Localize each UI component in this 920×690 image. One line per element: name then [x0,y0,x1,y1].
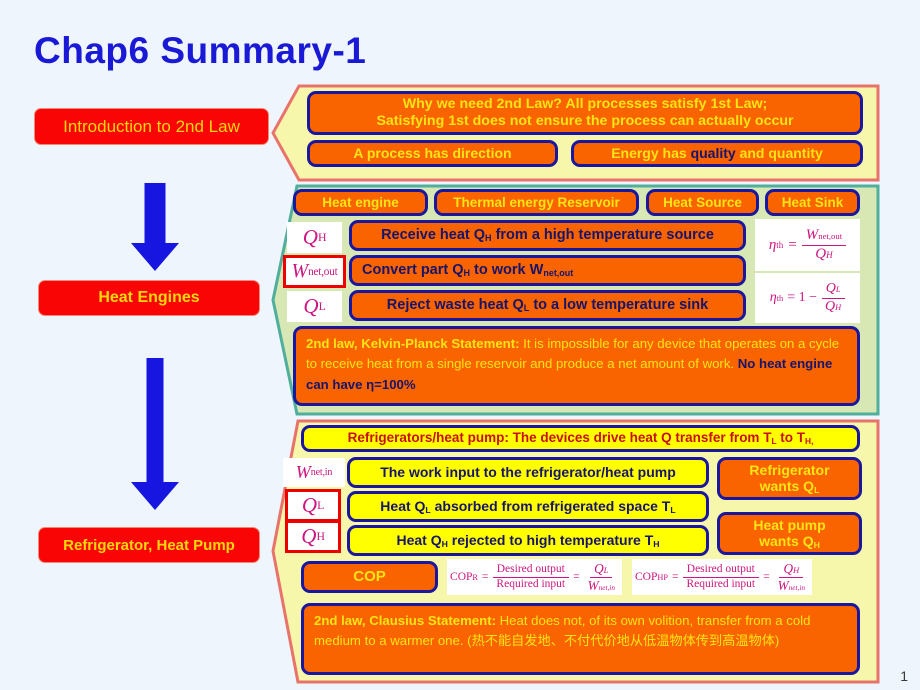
intro-headline-line1: Why we need 2nd Law? All processes satis… [402,96,768,113]
term-thermal-energy-reservoir-label: Thermal energy Reservoir [453,194,620,210]
quality-emphasis: quality [690,145,736,162]
symbol-qh-rf-main: Q [301,524,317,548]
intro-headline-box[interactable]: Why we need 2nd Law? All processes satis… [307,91,863,135]
eta-symbol-2: η [769,290,777,305]
rf-statement-work-input[interactable]: The work input to the refrigerator/heat … [347,457,709,488]
symbol-ql-main: Q [303,294,319,318]
rf-statement-ql-absorbed-text: Heat QL absorbed from refrigerated space… [380,497,676,515]
symbol-chip-ql: QL [287,291,342,322]
symbol-chip-qh-rf: QH [285,521,341,553]
term-heat-sink[interactable]: Heat Sink [765,189,860,216]
he-statement-receive-text: Receive heat QH from a high temperature … [381,226,714,243]
refrigerator-wants-box[interactable]: Refrigerator wants QL [717,457,862,500]
term-heat-engine-label: Heat engine [322,194,399,210]
symbol-chip-wnetout: Wnet,out [283,255,346,288]
rf-statement-qh-rejected[interactable]: Heat QH rejected to high temperature TH [347,525,709,556]
arrow-head [131,482,179,510]
formula-cop-heat-pump: COP HP = Desired output Required input = … [632,559,812,595]
term-heat-engine[interactable]: Heat engine [293,189,428,216]
kelvin-planck-title: 2nd law, Kelvin-Planck Statement: [306,336,520,351]
he-statement-reject-text: Reject waste heat QL to a low temperatur… [386,296,709,313]
symbol-wnetin-sub: net,in [310,467,333,478]
energy-quality-box[interactable]: Energy has quality and quantity [571,140,863,167]
kelvin-planck-statement-box[interactable]: 2nd law, Kelvin-Planck Statement: It is … [293,326,860,406]
term-heat-sink-label: Heat Sink [781,194,844,210]
formula-thermal-efficiency-2: η th = 1 − QL QH [755,273,860,323]
clausius-statement-box[interactable]: 2nd law, Clausius Statement: Heat does n… [301,603,860,675]
cop-label-box[interactable]: COP [301,561,438,593]
refrigerator-wants-line1: Refrigerator [749,461,830,478]
introduction-section-panel: Why we need 2nd Law? All processes satis… [271,84,880,182]
symbol-chip-ql-rf: QL [285,489,341,521]
symbol-qh-rf-sub: H [316,530,325,543]
arrow-shaft [146,358,164,484]
heat-pump-wants-line1: Heat pump [753,516,826,533]
refrigerator-wants-line2: wants QL [759,478,820,496]
symbol-qh-sub: H [317,231,327,244]
refrigerator-headline-text: Refrigerators/heat pump: The devices dri… [347,430,814,446]
arrow-head [131,243,179,271]
cop-r-lhs: COP [450,571,473,583]
section-label-heat-engines[interactable]: Heat Engines [38,280,260,316]
process-direction-label: A process has direction [353,145,512,162]
cop-label-text: COP [353,568,386,586]
heat-pump-wants-box[interactable]: Heat pump wants QH [717,512,862,555]
down-arrow-icon-2 [120,358,190,513]
energy-quality-label: Energy has quality and quantity [611,145,823,162]
term-heat-source[interactable]: Heat Source [646,189,759,216]
he-statement-reject[interactable]: Reject waste heat QL to a low temperatur… [349,290,746,321]
symbol-chip-qh: QH [287,222,342,253]
page-title: Chap6 Summary-1 [34,30,367,71]
section-label-introduction[interactable]: Introduction to 2nd Law [34,108,269,145]
arrow-shaft [144,183,166,245]
rf-statement-work-input-text: The work input to the refrigerator/heat … [380,464,676,481]
rf-statement-ql-absorbed[interactable]: Heat QL absorbed from refrigerated space… [347,491,709,522]
page-number: 1 [900,668,908,684]
formula-cop-refrigerator: COP R = Desired output Required input = Q… [447,559,622,595]
term-heat-source-label: Heat Source [663,194,742,210]
he-statement-convert[interactable]: Convert part QH to work Wnet,out [349,255,746,286]
section-label-refrigerator[interactable]: Refrigerator, Heat Pump [38,527,260,563]
section-label-heat-engines-text: Heat Engines [98,289,200,306]
section-label-refrigerator-text: Refrigerator, Heat Pump [63,536,235,554]
refrigerator-headline-box[interactable]: Refrigerators/heat pump: The devices dri… [301,425,860,452]
eta-symbol-1: η [768,236,777,253]
refrigerator-section-panel: Refrigerators/heat pump: The devices dri… [271,419,880,684]
process-direction-box[interactable]: A process has direction [307,140,558,167]
symbol-chip-wnetin: Wnet,in [283,458,345,487]
symbol-ql-rf-main: Q [301,493,318,517]
heat-pump-wants-line2: wants QH [759,533,820,551]
symbol-wnetin-main: W [295,462,311,482]
symbol-ql-sub: L [318,300,326,313]
symbol-qh-main: Q [302,225,318,249]
he-statement-receive[interactable]: Receive heat QH from a high temperature … [349,220,746,251]
symbol-ql-rf-sub: L [317,499,325,512]
down-arrow-icon-1 [120,183,190,273]
symbol-wnetout-sub: net,out [308,265,338,278]
rf-statement-qh-rejected-text: Heat QH rejected to high temperature TH [396,531,660,549]
section-label-introduction-text: Introduction to 2nd Law [63,116,240,136]
slide-canvas: Chap6 Summary-1 Introduction to 2nd Law … [0,0,920,690]
cop-hp-lhs: COP [635,571,658,583]
heat-engine-section-panel: Heat engine Thermal energy Reservoir Hea… [271,184,880,416]
he-statement-convert-text: Convert part QH to work Wnet,out [362,261,574,278]
symbol-wnetout-main: W [291,260,309,282]
clausius-title: 2nd law, Clausius Statement: [314,613,496,628]
formula-thermal-efficiency-1: η th = Wnet,out QH [755,219,860,271]
term-thermal-energy-reservoir[interactable]: Thermal energy Reservoir [434,189,639,216]
intro-headline-line2: Satisfying 1st does not ensure the proce… [376,113,794,129]
